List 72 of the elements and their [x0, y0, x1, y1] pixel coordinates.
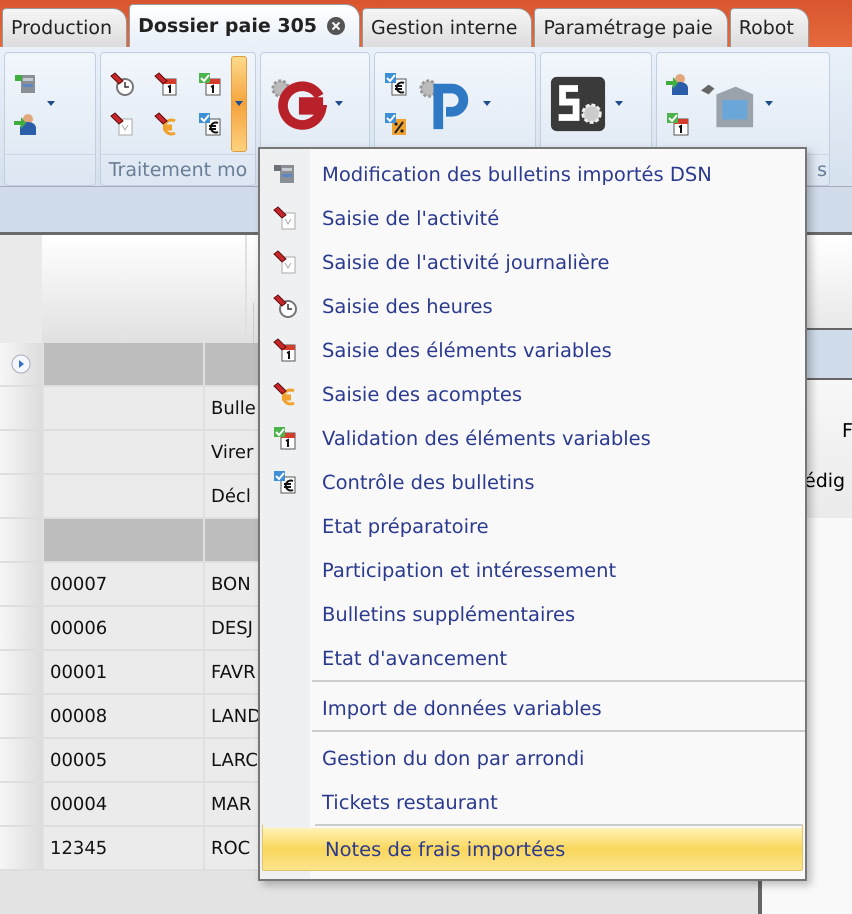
tab[interactable]: Paramétrage paie [534, 8, 728, 47]
menu-item[interactable]: Saisie des heures [260, 284, 805, 328]
row-header [0, 827, 42, 869]
group-label: Traitement mo [108, 159, 248, 181]
group-label: s [817, 159, 827, 181]
table-cell: LARC [211, 750, 258, 770]
menu-item[interactable]: Participation et intéressement [260, 548, 805, 592]
row-header [0, 387, 42, 429]
caret-icon [235, 101, 243, 106]
check-euro-icon [272, 469, 298, 495]
check-euro-icon [197, 110, 223, 136]
close-icon[interactable] [327, 17, 346, 35]
menu-item[interactable]: Saisie des acomptes [260, 372, 805, 416]
table-cell: 00007 [50, 574, 108, 594]
menu-item[interactable]: Contrôle des bulletins [260, 460, 805, 504]
check-percent-icon [383, 110, 409, 136]
menu-item[interactable]: Bulletins supplémentaires [260, 592, 805, 636]
pencil-document-icon [272, 205, 298, 231]
menu-item[interactable]: Etat d'avancement [260, 636, 805, 680]
row-header [0, 651, 42, 693]
tab[interactable]: Dossier paie 305 [129, 4, 360, 47]
row-header [0, 475, 42, 517]
menu-item[interactable]: Tickets restaurant [260, 780, 805, 824]
table-cell: 00008 [50, 706, 108, 726]
expand-icon[interactable] [11, 354, 31, 374]
check-calendar-icon [197, 70, 223, 96]
table-cell: 00001 [50, 662, 108, 682]
panel-text: F [842, 420, 852, 442]
table-cell: MAR [211, 794, 252, 814]
check-calendar-icon [272, 425, 298, 451]
pencil-clock-icon [272, 293, 298, 319]
pencil-calendar-icon [153, 70, 179, 96]
table-cell: Virer [211, 442, 254, 462]
pencil-calendar-icon [272, 337, 298, 363]
table-cell: 12345 [50, 838, 108, 858]
table-cell: 00006 [50, 618, 108, 638]
table-cell: 00004 [50, 794, 108, 814]
gear-letter-logo-icon[interactable] [549, 74, 607, 132]
row-header [0, 783, 42, 825]
pencil-clock-icon [109, 70, 135, 96]
menu-item[interactable]: Saisie des éléments variables [260, 328, 805, 372]
table-cell: FAVR [211, 662, 256, 682]
row-header [0, 695, 42, 737]
caret-icon[interactable] [483, 101, 491, 106]
menu-item[interactable]: Modification des bulletins importés DSN [260, 152, 805, 196]
check-euro-icon [383, 70, 409, 96]
table-cell: Décl [211, 486, 251, 506]
pencil-document-icon [272, 249, 298, 275]
menu-item[interactable]: Notes de frais importées [262, 824, 803, 871]
row-header [0, 607, 42, 649]
row-header [0, 519, 42, 561]
table-cell: BON [211, 574, 251, 594]
row-header [0, 563, 42, 605]
caret-icon[interactable] [765, 101, 773, 106]
pencil-document-icon [109, 110, 135, 136]
tab[interactable]: Robot [730, 8, 809, 47]
table-cell: 00005 [50, 750, 108, 770]
menu-item[interactable]: Validation des éléments variables [260, 416, 805, 460]
row-header [0, 739, 42, 781]
menu-item[interactable]: Saisie de l'activité [260, 196, 805, 240]
row-header [0, 431, 42, 473]
tab[interactable]: Production [2, 8, 128, 47]
check-calendar-icon [665, 110, 691, 136]
menu-item[interactable]: Etat préparatoire [260, 504, 805, 548]
caret-icon[interactable] [615, 101, 623, 106]
menu-item[interactable]: Saisie de l'activité journalière [260, 240, 805, 284]
table-cell: Bulle [211, 398, 256, 418]
caret-icon[interactable] [47, 101, 55, 106]
tab[interactable]: Gestion interne [362, 8, 532, 47]
table-cell: DESJ [211, 618, 253, 638]
caret-icon[interactable] [335, 101, 343, 106]
table-cell: ROC [211, 838, 250, 858]
